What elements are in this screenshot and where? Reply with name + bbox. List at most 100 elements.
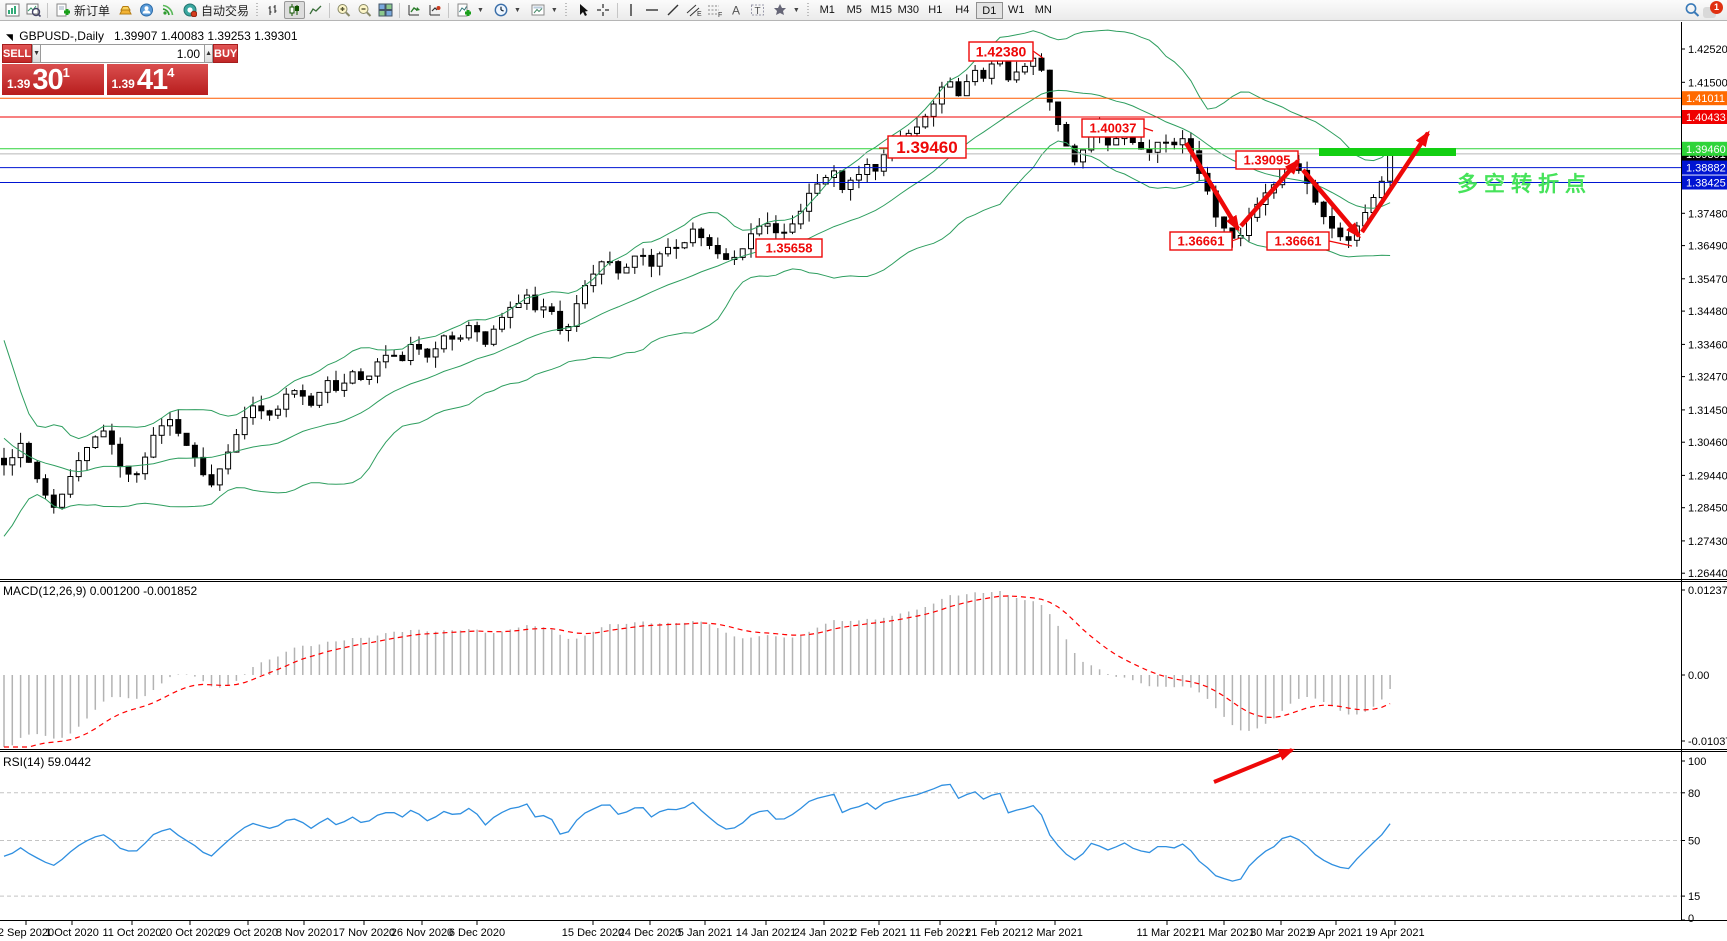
candlestick-chart-type-icon[interactable] <box>284 1 305 19</box>
mt4-window: { "toolbar": { "new_order": "新订单", "auto… <box>0 0 1727 941</box>
line-chart-type-icon[interactable] <box>305 1 326 19</box>
sell-button[interactable]: SELL <box>2 44 32 63</box>
timeframe-h4-button[interactable]: H4 <box>949 2 976 19</box>
macd-label: MACD(12,26,9) 0.001200 -0.001852 <box>3 584 197 598</box>
chart-shift-icon[interactable] <box>424 1 445 19</box>
text-tool-icon[interactable]: A <box>726 1 747 19</box>
dropdown-arrow-icon: ▼ <box>477 7 484 14</box>
svg-text:21 Feb 2021: 21 Feb 2021 <box>965 927 1027 939</box>
chart-profile-icon[interactable] <box>23 1 44 19</box>
svg-text:T: T <box>754 6 760 17</box>
separator <box>47 3 48 18</box>
svg-text:F: F <box>718 12 722 17</box>
svg-text:0.012372: 0.012372 <box>1688 585 1727 597</box>
timeframe-m1-button[interactable]: M1 <box>814 2 841 19</box>
timeframe-w1-button[interactable]: W1 <box>1003 2 1030 19</box>
buy-button[interactable]: BUY <box>213 44 238 63</box>
support-highlight-bar[interactable] <box>1319 148 1456 156</box>
svg-text:1.36661: 1.36661 <box>1275 234 1322 249</box>
timeframe-m15-button[interactable]: M15 <box>868 2 895 19</box>
buy-price-big: 41 <box>137 67 167 94</box>
svg-text:2 Feb 2021: 2 Feb 2021 <box>851 927 907 939</box>
svg-text:11 Feb 2021: 11 Feb 2021 <box>910 927 971 939</box>
horizontal-line-tool-icon[interactable] <box>642 1 663 19</box>
zoom-in-icon[interactable] <box>333 1 354 19</box>
charts-window-icon[interactable] <box>2 1 23 19</box>
notifications-button[interactable]: 1 <box>1703 1 1723 19</box>
dropdown-arrow-icon: ▼ <box>514 7 521 14</box>
svg-text:1.38882: 1.38882 <box>1686 163 1726 175</box>
timeframe-m5-button[interactable]: M5 <box>841 2 868 19</box>
svg-text:19 Apr 2021: 19 Apr 2021 <box>1365 927 1424 939</box>
timeframe-mn-button[interactable]: MN <box>1030 2 1057 19</box>
shapes-tool-button[interactable]: ▼ <box>768 1 805 19</box>
volume-input[interactable] <box>41 44 204 63</box>
timeframe-d1-button[interactable]: D1 <box>976 2 1003 19</box>
text-label-tool-icon[interactable]: T <box>747 1 768 19</box>
price-chart-canvas[interactable]: 1.425201.415001.374801.364901.354701.344… <box>0 21 1727 941</box>
svg-text:1.39460: 1.39460 <box>896 138 957 157</box>
buy-quote[interactable]: 1.39 41 4 <box>107 64 209 95</box>
macd-signal-value: -0.001852 <box>143 584 197 598</box>
cursor-icon[interactable] <box>572 1 593 19</box>
svg-text:1.31450: 1.31450 <box>1688 405 1727 417</box>
svg-text:15: 15 <box>1688 891 1700 903</box>
chart-title-arrow-icon: ◥ <box>6 32 13 42</box>
crosshair-icon[interactable] <box>593 1 614 19</box>
equidistant-channel-tool-icon[interactable]: E <box>684 1 705 19</box>
buy-price-prefix: 1.39 <box>112 77 135 91</box>
sell-price-pip: 1 <box>63 65 70 80</box>
chart-background <box>0 21 1727 941</box>
chart-symbol-period: GBPUSD-,Daily <box>19 29 104 43</box>
volume-increase-button[interactable]: ▲ <box>204 44 213 63</box>
rsi-value: 59.0442 <box>48 755 91 769</box>
svg-text:-0.010374: -0.010374 <box>1688 736 1727 748</box>
buy-price-pip: 4 <box>167 65 174 80</box>
svg-text:E: E <box>697 11 702 17</box>
svg-text:1.42380: 1.42380 <box>976 44 1027 60</box>
deposit-icon[interactable] <box>115 1 136 19</box>
autotrading-label: 自动交易 <box>201 2 249 19</box>
zoom-out-icon[interactable] <box>354 1 375 19</box>
autotrading-button[interactable]: 自动交易 <box>178 1 254 19</box>
periods-button[interactable]: ▼ <box>489 1 526 19</box>
svg-text:1.33460: 1.33460 <box>1688 339 1727 351</box>
shapes-icon <box>773 3 787 17</box>
templates-button[interactable]: ▼ <box>526 1 563 19</box>
dropdown-arrow-icon: ▼ <box>793 7 800 14</box>
tile-windows-icon[interactable] <box>375 1 396 19</box>
svg-text:1.36490: 1.36490 <box>1688 241 1727 253</box>
signals-icon[interactable] <box>157 1 178 19</box>
indicators-button[interactable]: ▼ <box>452 1 489 19</box>
dropdown-arrow-icon: ▼ <box>551 7 558 14</box>
sell-quote[interactable]: 1.39 30 1 <box>2 64 104 95</box>
svg-text:5 Jan 2021: 5 Jan 2021 <box>678 927 732 939</box>
fibonacci-tool-icon[interactable]: F <box>705 1 726 19</box>
bar-chart-type-icon[interactable] <box>263 1 284 19</box>
svg-text:14 Jan 2021: 14 Jan 2021 <box>736 927 797 939</box>
search-icon[interactable] <box>1682 1 1703 19</box>
community-icon[interactable] <box>136 1 157 19</box>
vertical-line-tool-icon[interactable] <box>621 1 642 19</box>
notification-count-badge: 1 <box>1710 1 1723 14</box>
svg-text:11 Oct 2020: 11 Oct 2020 <box>102 927 161 939</box>
svg-text:1.40037: 1.40037 <box>1090 121 1137 136</box>
svg-text:2 Mar 2021: 2 Mar 2021 <box>1027 927 1083 939</box>
svg-text:9 Apr 2021: 9 Apr 2021 <box>1309 927 1362 939</box>
svg-text:1.30460: 1.30460 <box>1688 437 1727 449</box>
svg-text:17 Nov 2020: 17 Nov 2020 <box>333 927 395 939</box>
svg-text:30 Mar 2021: 30 Mar 2021 <box>1250 927 1312 939</box>
timeframe-m30-button[interactable]: M30 <box>895 2 922 19</box>
trendline-tool-icon[interactable] <box>663 1 684 19</box>
bull-bear-turning-point-note[interactable]: 多空转折点 <box>1457 172 1592 196</box>
volume-decrease-button[interactable]: ▼ <box>32 44 41 63</box>
svg-text:1.42520: 1.42520 <box>1688 44 1727 56</box>
svg-text:1.27430: 1.27430 <box>1688 536 1727 548</box>
auto-scroll-icon[interactable] <box>403 1 424 19</box>
svg-text:1.35470: 1.35470 <box>1688 274 1727 286</box>
svg-text:1.35658: 1.35658 <box>766 241 813 256</box>
toolbar-grip <box>565 3 570 17</box>
svg-text:24 Dec 2020: 24 Dec 2020 <box>619 927 681 939</box>
timeframe-h1-button[interactable]: H1 <box>922 2 949 19</box>
new-order-button[interactable]: 新订单 <box>51 1 115 19</box>
